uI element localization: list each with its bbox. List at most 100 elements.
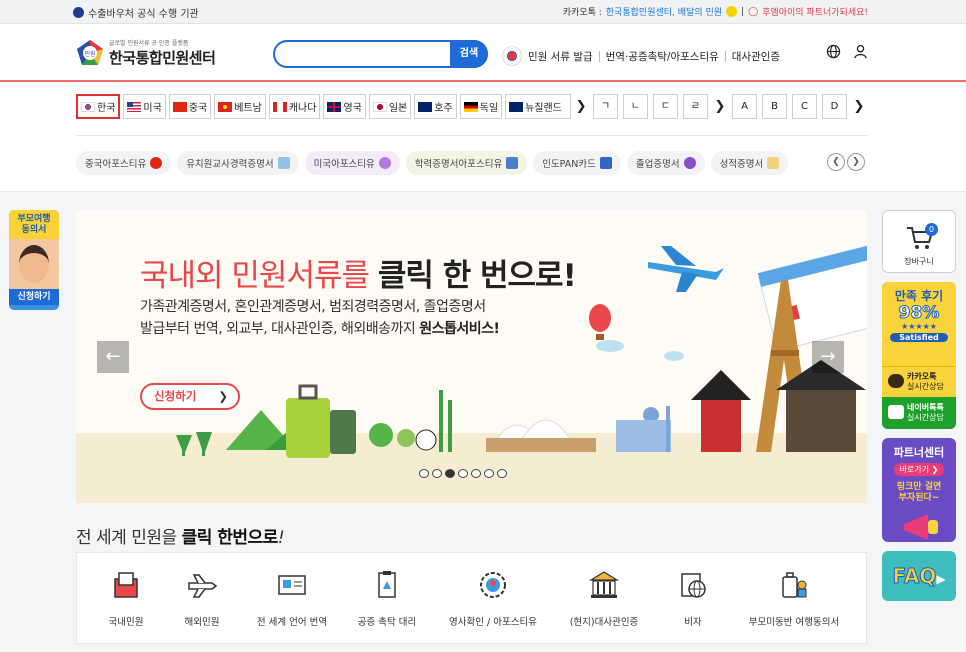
clipboard-stamp-icon <box>378 571 396 598</box>
section-title: 전 세계 민원을 클릭 한번으로! <box>76 528 285 548</box>
gear-badge-icon <box>480 572 506 598</box>
service-notary[interactable]: 공증 촉탁 대리 <box>338 553 436 645</box>
chip-nav: ❮ ❯ <box>827 153 865 171</box>
partner-center-banner[interactable]: 파트너센터 바로가기 ❯ 링크만 걸면 부자된다~ <box>882 438 956 542</box>
search-input[interactable] <box>287 46 457 62</box>
chip-kindergarten-cert[interactable]: 유치원교사경력증명서 <box>177 151 299 175</box>
country-tab-ca[interactable]: 캐나다 <box>268 94 321 119</box>
luggage-child-icon <box>782 572 807 598</box>
country-tab-au[interactable]: 호주 <box>414 94 457 119</box>
service-overseas[interactable]: 해외민원 <box>153 553 251 645</box>
card-icon <box>599 157 612 169</box>
partner-go-button[interactable]: 바로가기 ❯ <box>893 463 945 476</box>
chip-china-apostille[interactable]: 중국아포스티유 <box>76 151 172 175</box>
partner-line1: 링크만 걸면 <box>896 482 942 492</box>
country-tab-cn[interactable]: 중국 <box>168 94 212 119</box>
header-nav: 민원 서류 발급 번역·공증촉탁/아포스티유 대사관인증 <box>502 46 780 66</box>
kakao-chat-button[interactable]: 카카오톡 실시간상담 <box>882 366 956 397</box>
letter-filter: ㄱ ㄴ ㄷ ㄹ ❯ A B C D ❯ <box>593 94 866 119</box>
globe-icon[interactable] <box>826 44 841 63</box>
site-logo[interactable]: 민원 글로벌 민원서류 공·인증 플랫폼 한국통합민원센터 <box>76 38 216 68</box>
service-visa[interactable]: 비자 <box>644 553 742 645</box>
search-button[interactable]: 검색 <box>450 40 488 68</box>
jp-flag-icon <box>372 101 387 112</box>
chevron-right-icon: ❯ <box>218 389 228 403</box>
faq-button[interactable]: FAQ▶ <box>882 551 956 601</box>
search-box: 검색 <box>273 40 488 68</box>
travel-consent-line2: 동의서 <box>21 225 47 235</box>
kakao-label: 카카오톡 : <box>562 8 602 18</box>
top-bar: 수출바우처 공식 수행 기관 카카오톡 : 한국통합민원센터, 배달의 민원 |… <box>0 0 966 24</box>
letter-n[interactable]: ㄴ <box>623 94 648 119</box>
country-tab-us[interactable]: 미국 <box>123 94 166 119</box>
kakao-talk-icon <box>888 374 904 388</box>
nz-flag-icon <box>509 101 524 112</box>
country-tab-de[interactable]: 독일 <box>459 94 503 119</box>
nav-embassy[interactable]: 대사관인증 <box>732 49 780 64</box>
cn-flag-icon <box>172 101 187 112</box>
country-tab-vn[interactable]: 베트남 <box>214 94 266 119</box>
review-title: 만족 후기 <box>894 289 944 303</box>
de-flag-icon <box>463 101 478 112</box>
play-circle-icon: ▶ <box>936 572 946 586</box>
balloon-icon <box>589 304 611 340</box>
letter-a[interactable]: A <box>732 94 757 119</box>
banner-prev-arrow-icon[interactable]: ← <box>97 341 129 373</box>
banner-dot[interactable] <box>484 469 494 478</box>
nav-issue[interactable]: 민원 서류 발급 <box>528 49 593 64</box>
banner-dot[interactable] <box>497 469 507 478</box>
logo-pentagon-icon: 민원 <box>76 39 104 67</box>
korea-flag-icon <box>502 46 522 66</box>
banner-next-arrow-icon[interactable]: → <box>812 341 844 373</box>
country-next-arrow[interactable]: ❯ <box>574 94 588 119</box>
country-tab-kr[interactable]: 한국 <box>76 94 121 119</box>
chip-us-apostille[interactable]: 미국아포스티유 <box>304 151 400 175</box>
travel-consent-line1: 부모여행 <box>17 214 51 224</box>
separator: | <box>741 6 745 17</box>
banner-dot[interactable] <box>458 469 468 478</box>
banner-apply-button[interactable]: 신청하기 ❯ <box>140 383 240 410</box>
cart-button[interactable]: 0 장바구니 <box>882 210 956 273</box>
letter-g[interactable]: ㄱ <box>593 94 618 119</box>
chip-degree-apostille[interactable]: 학력증명서아포스티유 <box>405 151 528 175</box>
chip-next-icon[interactable]: ❯ <box>847 153 865 171</box>
banner-dot[interactable] <box>419 469 429 478</box>
country-tab-gb[interactable]: 영국 <box>323 94 366 119</box>
document-icon <box>767 157 780 169</box>
banner-dot[interactable] <box>471 469 481 478</box>
nav-divider <box>724 50 726 62</box>
review-widget[interactable]: 만족 후기 98% ★★★★★ Satisfied 카카오톡 실시간상담 네이버톡… <box>882 282 956 429</box>
partner-link[interactable]: 후엠아이의 파트너가되세요! <box>762 5 868 18</box>
chip-graduation-cert[interactable]: 졸업증명서 <box>626 151 705 175</box>
service-embassy[interactable]: (현지)대사관인증 <box>555 553 653 645</box>
voucher-notice: 수출바우처 공식 수행 기관 <box>73 5 199 20</box>
naver-talk-button[interactable]: 네이버톡톡 실시간상담 <box>882 397 956 429</box>
service-travel-consent[interactable]: 부모미동반 여행동의서 <box>744 553 844 645</box>
banner-dot-active[interactable] <box>445 469 455 478</box>
service-apostille[interactable]: 영사확인 / 아포스티유 <box>444 553 542 645</box>
kakao-link[interactable]: 한국통합민원센터, 배달의 민원 <box>606 5 722 18</box>
review-satisfied: Satisfied <box>890 333 948 342</box>
chip-india-pan[interactable]: 인도PAN카드 <box>533 151 621 175</box>
country-tab-jp[interactable]: 일본 <box>368 94 412 119</box>
service-translation[interactable]: 전 세계 언어 번역 <box>243 553 341 645</box>
hero-banner: 국내외 민원서류를 클릭 한 번으로! 가족관계증명서, 혼인관계증명서, 범죄… <box>76 210 867 503</box>
user-icon[interactable] <box>853 44 868 63</box>
stars-icon: ★★★★★ <box>901 322 937 331</box>
letter-b[interactable]: B <box>762 94 787 119</box>
chip-prev-icon[interactable]: ❮ <box>827 153 845 171</box>
letter-d[interactable]: ㄷ <box>653 94 678 119</box>
nav-translation[interactable]: 번역·공증촉탁/아포스티유 <box>606 49 719 64</box>
letter-next-arrow-2[interactable]: ❯ <box>852 94 866 119</box>
country-tab-nz[interactable]: 뉴질랜드 <box>505 94 572 119</box>
letter-next-arrow[interactable]: ❯ <box>713 94 727 119</box>
travel-consent-banner[interactable]: 부모여행 동의서 신청하기 <box>9 210 59 310</box>
letter-d-latin[interactable]: D <box>822 94 847 119</box>
banner-dot[interactable] <box>432 469 442 478</box>
letter-r[interactable]: ㄹ <box>683 94 708 119</box>
travel-consent-apply[interactable]: 신청하기 <box>9 289 59 305</box>
top-links: 카카오톡 : 한국통합민원센터, 배달의 민원 | ◯ 후엠아이의 파트너가되세… <box>563 5 868 18</box>
chip-transcript[interactable]: 성적증명서 <box>710 151 789 175</box>
letter-c[interactable]: C <box>792 94 817 119</box>
banner-title: 국내외 민원서류를 클릭 한 번으로! <box>140 258 577 294</box>
